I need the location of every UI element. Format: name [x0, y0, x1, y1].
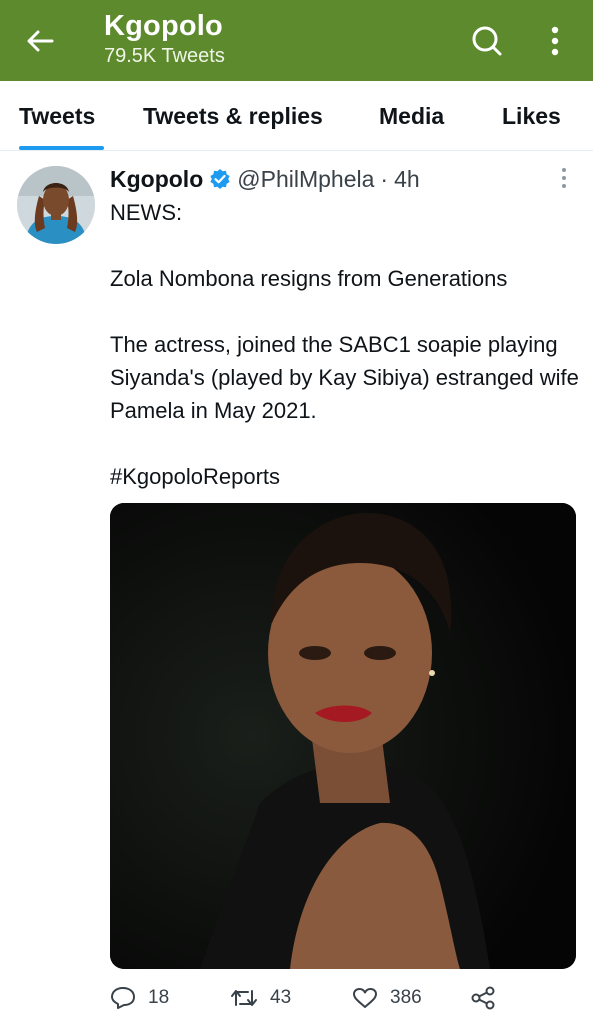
tweet-hashtag[interactable]: #KgopoloReports	[110, 460, 580, 493]
tab-likes[interactable]: Likes	[502, 81, 561, 151]
more-dot-icon	[562, 176, 566, 180]
verified-badge-icon	[209, 168, 231, 190]
tweet-header: Kgopolo @PhilMphela · 4h	[110, 164, 420, 194]
tweet-body: NEWS: Zola Nombona resigns from Generati…	[110, 196, 580, 493]
retweet-count: 43	[270, 987, 292, 1008]
tweet-options-button[interactable]	[554, 166, 574, 190]
tab-tweets[interactable]: Tweets	[19, 81, 95, 151]
reply-count: 18	[148, 987, 170, 1008]
top-app-bar: Kgopolo 79.5K Tweets	[0, 0, 593, 81]
share-button[interactable]	[470, 982, 508, 1014]
avatar[interactable]	[17, 166, 95, 244]
tweet-card[interactable]: Kgopolo @PhilMphela · 4h NEWS: Zola Nomb…	[0, 152, 593, 1024]
reply-button[interactable]: 18	[110, 982, 169, 1014]
reply-icon	[110, 986, 136, 1010]
search-icon	[472, 26, 502, 56]
separator-dot: ·	[380, 165, 389, 192]
tweet-line-details: The actress, joined the SABC1 soapie pla…	[110, 332, 579, 423]
profile-title: Kgopolo	[104, 10, 223, 42]
share-icon	[470, 986, 496, 1010]
tweet-count: 79.5K Tweets	[104, 45, 225, 67]
more-options-button[interactable]	[540, 22, 570, 60]
author-name[interactable]: Kgopolo	[110, 166, 203, 193]
like-button[interactable]: 386	[352, 982, 422, 1014]
retweet-button[interactable]: 43	[230, 982, 291, 1014]
like-count: 386	[390, 987, 422, 1008]
tweet-timestamp[interactable]: 4h	[394, 166, 420, 193]
tweet-line-news: NEWS:	[110, 200, 183, 225]
profile-header-text: Kgopolo 79.5K Tweets	[104, 8, 225, 68]
search-button[interactable]	[468, 22, 506, 60]
more-dot-icon	[562, 184, 566, 188]
tab-media[interactable]: Media	[379, 81, 444, 151]
tab-tweets-and-replies[interactable]: Tweets & replies	[143, 81, 323, 151]
tweet-photo[interactable]	[110, 503, 576, 969]
heart-icon	[352, 987, 378, 1009]
more-dot-icon	[562, 168, 566, 172]
more-vertical-icon	[551, 26, 559, 56]
tweet-line-headline: Zola Nombona resigns from Generations	[110, 266, 508, 291]
back-button[interactable]	[22, 25, 58, 57]
active-tab-indicator	[19, 146, 104, 150]
author-handle[interactable]: @PhilMphela	[237, 166, 374, 193]
tweet-actions: 18 43 386	[110, 982, 510, 1014]
retweet-icon	[230, 987, 258, 1009]
profile-tabs: Tweets Tweets & replies Media Likes	[0, 81, 593, 151]
back-arrow-icon	[27, 30, 54, 52]
